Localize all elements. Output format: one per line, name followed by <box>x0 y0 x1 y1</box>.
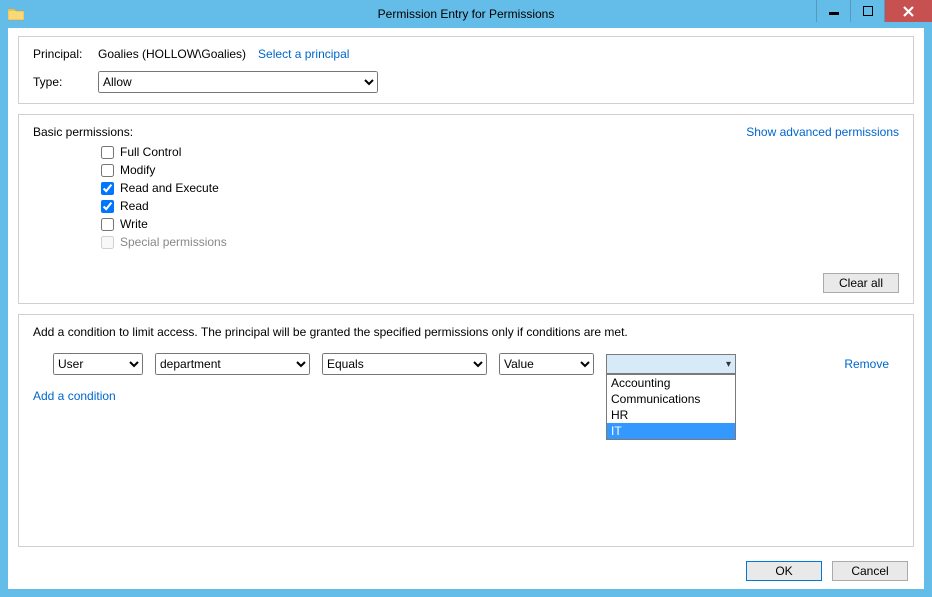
condition-subject-select[interactable]: User <box>53 353 143 375</box>
perm-label: Read <box>120 199 149 213</box>
perm-label: Read and Execute <box>120 181 219 195</box>
principal-row: Principal: Goalies (HOLLOW\Goalies) Sele… <box>33 47 899 61</box>
perm-label: Write <box>120 217 148 231</box>
footer: OK Cancel <box>18 557 914 581</box>
ok-button[interactable]: OK <box>746 561 822 581</box>
remove-condition-link[interactable]: Remove <box>844 357 889 371</box>
minimize-button[interactable] <box>816 0 850 22</box>
principal-panel: Principal: Goalies (HOLLOW\Goalies) Sele… <box>18 36 914 104</box>
perm-modify[interactable]: Modify <box>101 163 899 177</box>
perm-read-execute[interactable]: Read and Execute <box>101 181 899 195</box>
perm-read-checkbox[interactable] <box>101 200 114 213</box>
window-title: Permission Entry for Permissions <box>0 7 932 21</box>
dropdown-box[interactable]: ▾ <box>606 354 736 374</box>
maximize-button[interactable] <box>850 0 884 22</box>
select-principal-link[interactable]: Select a principal <box>258 47 349 61</box>
perm-full-control[interactable]: Full Control <box>101 145 899 159</box>
type-row: Type: Allow <box>33 71 899 93</box>
perm-special: Special permissions <box>101 235 899 249</box>
close-icon <box>903 6 914 17</box>
condition-value-type-select[interactable]: Value <box>499 353 594 375</box>
titlebar[interactable]: Permission Entry for Permissions <box>0 0 932 28</box>
condition-instruction: Add a condition to limit access. The pri… <box>33 325 899 339</box>
perm-read-execute-checkbox[interactable] <box>101 182 114 195</box>
type-label: Type: <box>33 75 98 89</box>
perm-label: Special permissions <box>120 235 227 249</box>
clear-all-wrap: Clear all <box>823 273 899 293</box>
minimize-icon <box>829 6 839 16</box>
show-advanced-link[interactable]: Show advanced permissions <box>746 125 899 139</box>
chevron-down-icon: ▾ <box>726 359 731 370</box>
dropdown-item-communications[interactable]: Communications <box>607 391 735 407</box>
maximize-icon <box>863 6 873 16</box>
condition-value-dropdown[interactable]: ▾ Accounting Communications HR IT <box>606 354 736 374</box>
condition-operator-select[interactable]: Equals <box>322 353 487 375</box>
perm-write-checkbox[interactable] <box>101 218 114 231</box>
condition-row: User department Equals Value ▾ Accountin… <box>53 353 899 375</box>
close-button[interactable] <box>884 0 932 22</box>
principal-value: Goalies (HOLLOW\Goalies) <box>98 47 246 61</box>
basic-permissions-panel: Basic permissions: Show advanced permiss… <box>18 114 914 304</box>
folder-icon <box>8 7 24 21</box>
clear-all-button[interactable]: Clear all <box>823 273 899 293</box>
cancel-button[interactable]: Cancel <box>832 561 908 581</box>
perm-label: Modify <box>120 163 155 177</box>
condition-panel: Add a condition to limit access. The pri… <box>18 314 914 547</box>
window-controls <box>816 0 932 28</box>
perm-read[interactable]: Read <box>101 199 899 213</box>
perm-special-checkbox <box>101 236 114 249</box>
perm-full-control-checkbox[interactable] <box>101 146 114 159</box>
add-condition-link[interactable]: Add a condition <box>33 389 899 403</box>
perm-label: Full Control <box>120 145 181 159</box>
dropdown-list: Accounting Communications HR IT <box>606 374 736 440</box>
dropdown-item-accounting[interactable]: Accounting <box>607 375 735 391</box>
perm-modify-checkbox[interactable] <box>101 164 114 177</box>
type-select[interactable]: Allow <box>98 71 378 93</box>
perm-write[interactable]: Write <box>101 217 899 231</box>
content-area: Principal: Goalies (HOLLOW\Goalies) Sele… <box>8 28 924 589</box>
dropdown-item-it[interactable]: IT <box>607 423 735 439</box>
permission-list: Full Control Modify Read and Execute Rea… <box>101 145 899 249</box>
principal-label: Principal: <box>33 47 98 61</box>
condition-attribute-select[interactable]: department <box>155 353 310 375</box>
window: Permission Entry for Permissions Princip… <box>0 0 932 597</box>
dropdown-item-hr[interactable]: HR <box>607 407 735 423</box>
